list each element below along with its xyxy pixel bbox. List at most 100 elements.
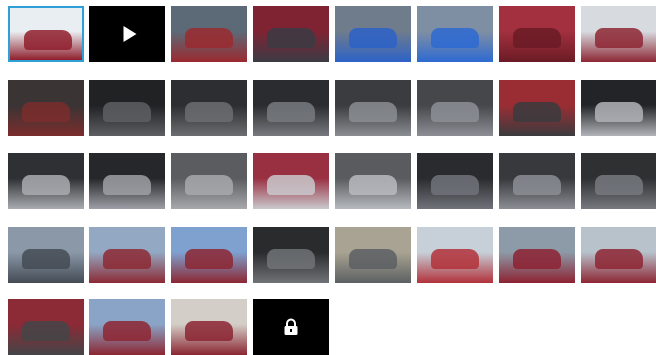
thumbnail-image [171, 227, 247, 283]
thumbnail-car-front-angle[interactable] [581, 6, 656, 62]
thumbnail-image [171, 80, 247, 136]
thumbnail-image [335, 6, 411, 62]
thumbnail-interior-door-panel[interactable] [581, 80, 656, 136]
thumbnail-car-side-field[interactable] [89, 299, 165, 355]
thumbnail-image [581, 153, 656, 209]
photo-subject [513, 249, 561, 269]
photo-subject [267, 28, 315, 48]
thumbnail-seat-detail[interactable] [171, 153, 247, 209]
photo-subject [103, 249, 151, 269]
thumbnail-building-parking[interactable] [335, 227, 411, 283]
thumbnail-car-side-parking-2[interactable] [171, 227, 247, 283]
lock-icon [283, 318, 299, 336]
thumbnail-car-lot[interactable] [335, 6, 411, 62]
photo-subject [349, 175, 397, 195]
photo-subject [267, 102, 315, 122]
photo-subject [24, 30, 72, 50]
thumbnail-image [335, 227, 411, 283]
thumbnail-image [417, 6, 493, 62]
photo-subject [595, 102, 643, 122]
thumbnail-door-trim[interactable] [89, 153, 165, 209]
photo-subject [185, 102, 233, 122]
photo-subject [22, 175, 70, 195]
photo-subject [595, 28, 643, 48]
thumbnail-rear-floor[interactable] [417, 153, 493, 209]
thumbnail-image [253, 227, 329, 283]
thumbnail-door-handle[interactable] [253, 153, 329, 209]
thumbnail-image [417, 227, 493, 283]
thumbnail-interior-dashboard[interactable] [171, 80, 247, 136]
thumbnail-image [253, 153, 329, 209]
thumbnail-image [8, 80, 84, 136]
play-icon [123, 26, 137, 42]
photo-subject [431, 28, 479, 48]
thumbnail-parking-lot-cars[interactable] [8, 227, 84, 283]
thumbnail-image [8, 299, 84, 355]
photo-subject [513, 28, 561, 48]
thumbnail-locked[interactable] [253, 299, 329, 355]
thumbnail-image [581, 227, 656, 283]
thumbnail-image [499, 6, 575, 62]
thumbnail-image [171, 299, 247, 355]
thumbnail-interior-rear-seats-2[interactable] [417, 80, 493, 136]
thumbnail-interior-door-open[interactable] [499, 80, 575, 136]
thumbnail-image [89, 80, 165, 136]
thumbnail-car-front[interactable] [253, 6, 329, 62]
thumbnail-car-side-parking[interactable] [89, 227, 165, 283]
thumbnail-image [335, 153, 411, 209]
photo-subject [185, 321, 233, 341]
thumbnail-image [253, 80, 329, 136]
thumbnail-car-building[interactable] [171, 299, 247, 355]
thumbnail-car-red-front[interactable] [417, 227, 493, 283]
thumbnail-image [89, 299, 165, 355]
thumbnail-image [171, 153, 247, 209]
thumbnail-interior-console[interactable] [253, 80, 329, 136]
thumbnail-door-panel[interactable] [8, 153, 84, 209]
thumbnail-car-front-yard[interactable] [499, 227, 575, 283]
thumbnail-trunk-spare-wheel[interactable] [253, 227, 329, 283]
thumbnail-car-front-closeup[interactable] [499, 6, 575, 62]
photo-subject [513, 102, 561, 122]
photo-subject [22, 249, 70, 269]
photo-subject [22, 321, 70, 341]
thumbnail-interior-driver-seat[interactable] [8, 80, 84, 136]
thumbnail-image [171, 6, 247, 62]
photo-subject [185, 249, 233, 269]
thumbnail-interior-steering[interactable] [89, 80, 165, 136]
photo-subject [185, 175, 233, 195]
photo-subject [513, 175, 561, 195]
thumbnail-image [581, 6, 656, 62]
thumbnail-car-exterior-snow[interactable] [8, 6, 84, 62]
thumbnail-image [417, 153, 493, 209]
photo-subject [267, 249, 315, 269]
thumbnail-floor-mat[interactable] [581, 153, 656, 209]
thumbnail-car-rear-parking[interactable] [171, 6, 247, 62]
thumbnail-image [89, 153, 165, 209]
thumbnail-car-front-yard-2[interactable] [581, 227, 656, 283]
thumbnail-trunk-empty[interactable] [335, 153, 411, 209]
photo-subject [267, 175, 315, 195]
photo-subject [349, 102, 397, 122]
thumbnail-image [499, 153, 575, 209]
photo-subject [103, 102, 151, 122]
photo-subject [349, 249, 397, 269]
thumbnail-image [8, 153, 84, 209]
photo-subject [595, 249, 643, 269]
thumbnail-image [8, 227, 84, 283]
thumbnail-blue-car-lot[interactable] [417, 6, 493, 62]
photo-subject [431, 102, 479, 122]
thumbnail-seat-rear-angle[interactable] [499, 153, 575, 209]
photo-gallery [0, 0, 656, 355]
photo-subject [103, 321, 151, 341]
photo-subject [22, 102, 70, 122]
thumbnail-video[interactable] [89, 6, 165, 62]
thumbnail-car-front-low[interactable] [8, 299, 84, 355]
thumbnail-image [499, 80, 575, 136]
thumbnail-image [253, 6, 329, 62]
thumbnail-image [10, 8, 82, 60]
thumbnail-image [417, 80, 493, 136]
photo-subject [595, 175, 643, 195]
photo-subject [185, 28, 233, 48]
thumbnail-interior-rear-seats[interactable] [335, 80, 411, 136]
photo-subject [103, 175, 151, 195]
